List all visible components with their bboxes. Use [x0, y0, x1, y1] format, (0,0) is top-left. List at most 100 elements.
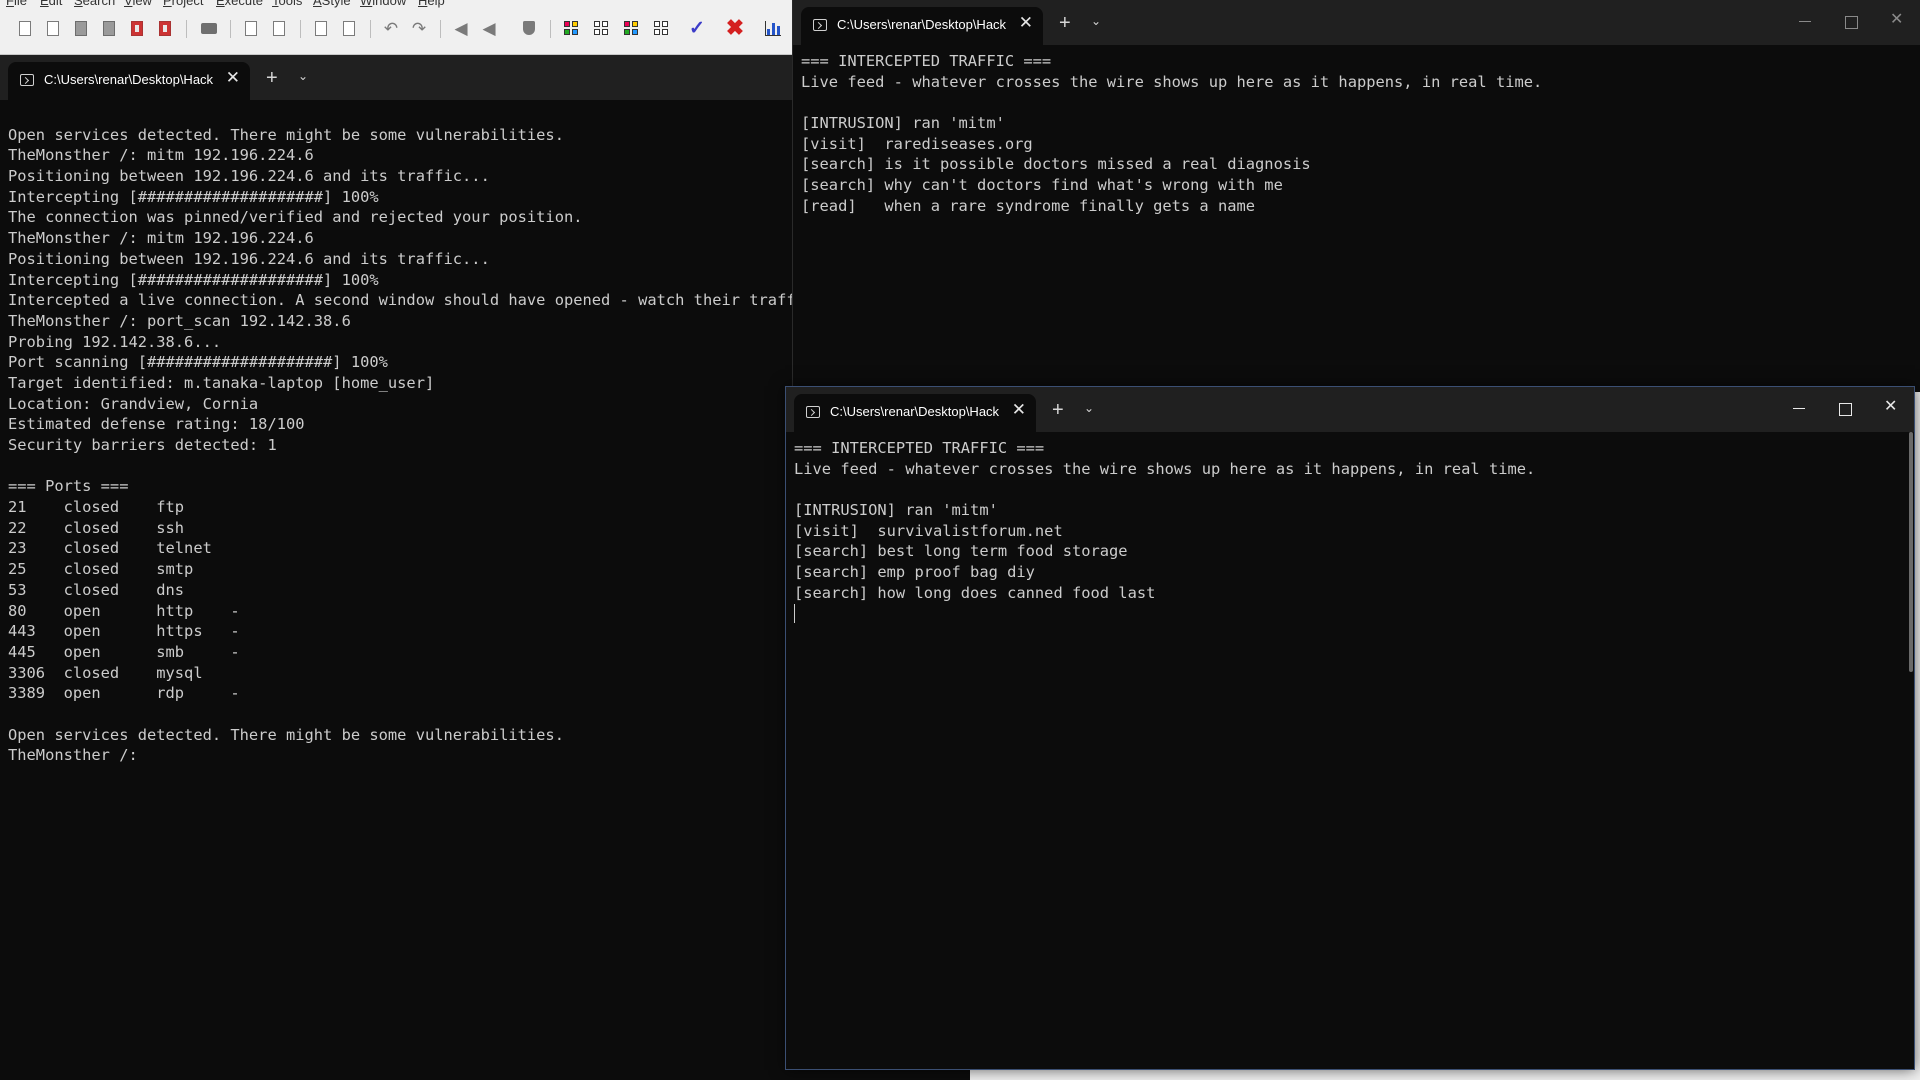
terminal-line: 23 closed telnet	[8, 539, 212, 558]
bookmark-prev-icon[interactable]: ◀	[452, 19, 470, 37]
traffic-window-2: C:\Users\renar\Desktop\Hack ✕ + ⌄ ✕ === …	[785, 386, 1915, 1070]
minimize-icon[interactable]	[1793, 408, 1805, 409]
terminal-line: 3306 closed mysql	[8, 663, 203, 682]
terminal-cursor-line	[794, 603, 1914, 625]
terminal-line: [search] emp proof bag diy	[794, 563, 1035, 582]
terminal-line: 445 open smb -	[8, 642, 240, 661]
terminal-line: Location: Grandview, Cornia	[8, 394, 259, 413]
terminal-line: 53 closed dns	[8, 580, 185, 599]
terminal-line: Port scanning [####################] 100…	[8, 353, 388, 372]
minimize-icon[interactable]	[1799, 21, 1811, 22]
terminal-icon	[806, 406, 820, 418]
compile-run-icon[interactable]	[622, 19, 640, 37]
traffic-window-1-titlebar: C:\Users\renar\Desktop\Hack ✕ + ⌄ ✕	[793, 0, 1920, 45]
undo-icon[interactable]: ↶	[382, 19, 400, 37]
terminal-line: 21 closed ftp	[8, 498, 185, 517]
stop-icon[interactable]: ✖	[726, 17, 744, 39]
terminal-line: Open services detected. There might be s…	[8, 125, 564, 144]
terminal-line: [INTRUSION] ran 'mitm'	[794, 501, 998, 520]
traffic-window-1-tab[interactable]: C:\Users\renar\Desktop\Hack ✕	[801, 7, 1043, 45]
main-terminal-output[interactable]: Open services detected. There might be s…	[0, 100, 792, 1080]
close-icon[interactable]: ✕	[226, 69, 240, 86]
chevron-down-icon[interactable]: ⌄	[298, 70, 308, 82]
close-file-icon[interactable]	[128, 19, 146, 37]
menu-execute[interactable]: Execute	[216, 0, 263, 8]
chevron-down-icon[interactable]: ⌄	[1084, 402, 1094, 414]
traffic-window-1: C:\Users\renar\Desktop\Hack ✕ + ⌄ ✕ === …	[792, 0, 1920, 392]
replace-icon[interactable]	[270, 19, 288, 37]
menu-help[interactable]: Help	[418, 0, 445, 8]
indent-icon[interactable]	[312, 19, 330, 37]
terminal-line: 22 closed ssh	[8, 518, 185, 537]
find-icon[interactable]	[242, 19, 260, 37]
main-terminal-tab[interactable]: C:\Users\renar\Desktop\Hack ✕	[8, 62, 250, 100]
maximize-icon[interactable]	[1839, 403, 1852, 416]
terminal-line: TheMonsther /: mitm 192.196.224.6	[8, 146, 314, 165]
terminal-line: 25 closed smtp	[8, 560, 194, 579]
compile-icon[interactable]	[562, 19, 580, 37]
maximize-icon[interactable]	[1845, 16, 1858, 29]
print-icon[interactable]	[200, 19, 218, 37]
terminal-line: [search] how long does canned food last	[794, 583, 1156, 602]
chevron-down-icon[interactable]: ⌄	[1091, 15, 1101, 27]
terminal-line: Positioning between 192.196.224.6 and it…	[8, 249, 490, 268]
main-terminal-window: C:\Users\renar\Desktop\Hack ✕ + ⌄ Open s…	[0, 55, 792, 1080]
traffic-window-2-titlebar: C:\Users\renar\Desktop\Hack ✕ + ⌄ ✕	[786, 387, 1914, 432]
check-icon[interactable]: ✓	[688, 19, 706, 38]
terminal-line: === INTERCEPTED TRAFFIC ===	[794, 439, 1045, 457]
menu-view[interactable]: View	[124, 0, 152, 8]
terminal-line: === Ports ===	[8, 477, 129, 496]
menu-edit[interactable]: Edit	[40, 0, 62, 8]
close-window-icon[interactable]: ✕	[1884, 399, 1897, 415]
traffic-window-1-output[interactable]: === INTERCEPTED TRAFFIC === Live feed - w…	[793, 45, 1920, 392]
tab-title: C:\Users\renar\Desktop\Hack	[830, 404, 1000, 419]
shield-icon[interactable]	[520, 19, 538, 37]
terminal-line: Open services detected. There might be s…	[8, 725, 564, 744]
run-icon[interactable]	[592, 19, 610, 37]
menu-file[interactable]: File	[6, 0, 27, 8]
traffic-window-2-output[interactable]: === INTERCEPTED TRAFFIC === Live feed - w…	[786, 432, 1914, 1069]
terminal-line: Intercepted a live connection. A second …	[8, 291, 792, 310]
main-terminal-titlebar: C:\Users\renar\Desktop\Hack ✕ + ⌄	[0, 55, 792, 100]
menu-tools[interactable]: Tools	[272, 0, 302, 8]
terminal-icon	[20, 74, 34, 86]
plus-icon[interactable]: +	[266, 68, 278, 88]
close-all-icon[interactable]	[156, 19, 174, 37]
plus-icon[interactable]: +	[1059, 13, 1071, 33]
save-icon[interactable]	[72, 19, 90, 37]
menu-search[interactable]: Search	[74, 0, 115, 8]
unindent-icon[interactable]	[340, 19, 358, 37]
terminal-line: Live feed - whatever crosses the wire sh…	[801, 72, 1543, 91]
menu-astyle[interactable]: AStyle	[313, 0, 351, 8]
close-icon[interactable]: ✕	[1012, 401, 1026, 418]
redo-icon[interactable]: ↷	[410, 19, 428, 37]
terminal-line: [visit] survivalistforum.net	[794, 521, 1063, 540]
terminal-icon	[813, 19, 827, 31]
terminal-line: [INTRUSION] ran 'mitm'	[801, 114, 1005, 133]
new-file-icon[interactable]	[16, 19, 34, 37]
terminal-line: Security barriers detected: 1	[8, 436, 277, 454]
scrollbar[interactable]	[1908, 432, 1914, 1069]
bookmark-next-icon[interactable]: ◀	[480, 19, 498, 37]
rebuild-icon[interactable]	[652, 19, 670, 37]
terminal-line: Probing 192.142.38.6...	[8, 332, 222, 351]
close-icon[interactable]: ✕	[1019, 14, 1033, 31]
text-cursor	[794, 603, 795, 623]
menu-window[interactable]: Window	[360, 0, 406, 8]
terminal-line: Live feed - whatever crosses the wire sh…	[794, 459, 1536, 478]
terminal-line: Estimated defense rating: 18/100	[8, 415, 305, 434]
terminal-line: Intercepting [####################] 100%	[8, 270, 379, 289]
open-file-icon[interactable]	[44, 19, 62, 37]
traffic-window-2-tab[interactable]: C:\Users\renar\Desktop\Hack ✕	[794, 394, 1036, 432]
save-all-icon[interactable]	[100, 19, 118, 37]
tab-title: C:\Users\renar\Desktop\Hack	[837, 17, 1007, 32]
terminal-line: [search] why can't doctors find what's w…	[801, 176, 1283, 195]
chart-icon[interactable]	[764, 19, 782, 37]
menu-project[interactable]: Project	[163, 0, 203, 8]
plus-icon[interactable]: +	[1052, 400, 1064, 420]
close-window-icon[interactable]: ✕	[1890, 12, 1903, 28]
